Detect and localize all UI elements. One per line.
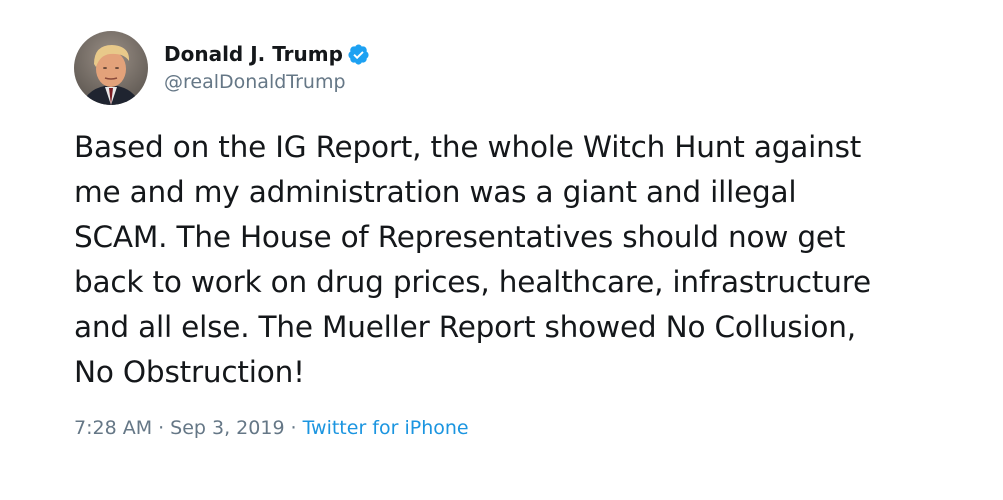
tweet-time[interactable]: 7:28 AM [74, 414, 152, 442]
avatar[interactable] [74, 31, 148, 105]
verified-badge-icon [347, 43, 370, 66]
author-names: Donald J. Trump @realDonaldTrump [164, 42, 370, 94]
tweet-header: Donald J. Trump @realDonaldTrump [74, 31, 370, 105]
tweet-date[interactable]: Sep 3, 2019 [170, 414, 284, 442]
tweet-text: Based on the IG Report, the whole Witch … [74, 130, 871, 389]
display-name[interactable]: Donald J. Trump [164, 42, 343, 66]
meta-separator: · [158, 417, 165, 439]
meta-separator: · [290, 417, 297, 439]
tweet-card: Donald J. Trump @realDonaldTrump Based o… [0, 0, 1003, 500]
avatar-image [74, 31, 148, 105]
name-row: Donald J. Trump [164, 42, 370, 66]
tweet-source-link[interactable]: Twitter for iPhone [303, 414, 469, 442]
tweet-meta: 7:28 AM · Sep 3, 2019 · Twitter for iPho… [74, 414, 469, 442]
user-handle[interactable]: @realDonaldTrump [164, 70, 370, 94]
